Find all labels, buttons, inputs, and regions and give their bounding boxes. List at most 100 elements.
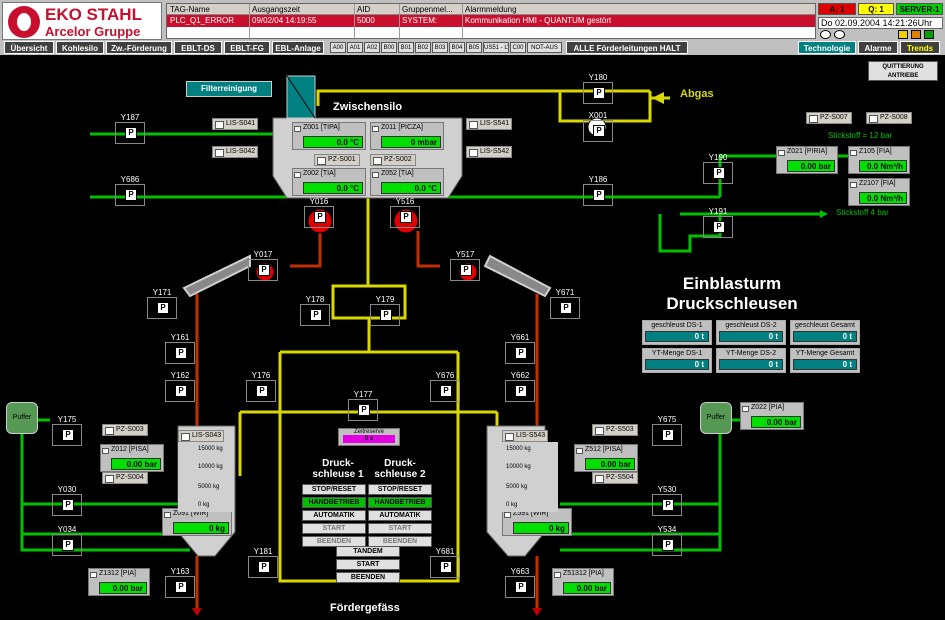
- alarm-table[interactable]: TAG-Name Ausgangszeit AID Gruppenmel... …: [166, 3, 816, 40]
- tag-lis-s042[interactable]: LIS-S042: [212, 146, 258, 158]
- instrument-checkbox[interactable]: [294, 172, 301, 178]
- tag-lis-s543[interactable]: LIS-S543: [502, 430, 548, 442]
- instrument-checkbox[interactable]: [850, 182, 857, 188]
- valve-y662[interactable]: P: [505, 380, 535, 402]
- ds1-stop-reset-button[interactable]: STOP/RESET: [302, 484, 366, 495]
- instrument-checkbox[interactable]: [850, 150, 857, 156]
- tag-pz-s007[interactable]: PZ-S007: [806, 112, 852, 124]
- nav-eblt-ds[interactable]: EBLT-DS: [174, 41, 222, 54]
- tag-pz-s004[interactable]: PZ-S004: [102, 472, 148, 484]
- valve-y663[interactable]: P: [505, 576, 535, 598]
- valve-y161[interactable]: P: [165, 342, 195, 364]
- ds2-start-button[interactable]: START: [368, 523, 432, 534]
- print-icon[interactable]: [911, 30, 921, 39]
- valve-y034[interactable]: P: [52, 534, 82, 556]
- instrument-z1312[interactable]: Z1312 [PIA] 0.00 bar: [88, 568, 150, 596]
- tag-lis-s541[interactable]: LIS-S541: [466, 118, 512, 130]
- valve-y179[interactable]: P: [370, 304, 400, 326]
- instrument-z512[interactable]: Z512 [PISA] 0.00 bar: [574, 444, 638, 472]
- nav-b01[interactable]: B01: [398, 42, 414, 53]
- halt-all-button[interactable]: ALLE Förderleitungen HALT: [566, 41, 688, 54]
- instrument-checkbox[interactable]: [504, 512, 511, 518]
- nav-b02[interactable]: B02: [415, 42, 431, 53]
- instrument-checkbox[interactable]: [742, 406, 749, 412]
- valve-y030[interactable]: P: [52, 494, 82, 516]
- valve-y517[interactable]: P: [450, 259, 480, 281]
- instrument-z105[interactable]: Z105 [FIA] 0.0 Nm³/h: [848, 146, 910, 174]
- instrument-checkbox[interactable]: [778, 150, 785, 156]
- valve-y163[interactable]: P: [165, 576, 195, 598]
- instrument-z002[interactable]: Z002 [TIA] 0.0 °C: [292, 168, 366, 196]
- valve-y190[interactable]: P: [703, 162, 733, 184]
- instrument-z591[interactable]: Z591 [WIR] 0 kg: [502, 508, 572, 536]
- nav-uebersicht[interactable]: Übersicht: [4, 41, 54, 54]
- ds2-handbetrieb-button[interactable]: HANDBETRIEB: [368, 497, 432, 508]
- instrument-z022[interactable]: Z022 [PIA] 0.00 bar: [740, 402, 804, 430]
- acknowledge-drives-button[interactable]: QUITTIERUNG ANTRIEBE: [868, 61, 938, 81]
- ds1-start-button[interactable]: START: [302, 523, 366, 534]
- valve-y180[interactable]: P: [583, 82, 613, 104]
- instrument-z052[interactable]: Z052 [TIA] 0.0 °C: [370, 168, 444, 196]
- tag-pz-s503[interactable]: PZ-S503: [592, 424, 638, 436]
- instrument-z2107[interactable]: Z2107 [FIA] 0.0 Nm³/h: [848, 178, 910, 206]
- instrument-z012[interactable]: Z012 [PISA] 0.00 bar: [100, 444, 164, 472]
- valve-y176[interactable]: P: [246, 380, 276, 402]
- valve-y530[interactable]: P: [652, 494, 682, 516]
- instrument-checkbox[interactable]: [294, 126, 301, 132]
- nav-b04[interactable]: B04: [449, 42, 465, 53]
- nav-b05[interactable]: B05: [466, 42, 482, 53]
- valve-y162[interactable]: P: [165, 380, 195, 402]
- tab-trends[interactable]: Trends: [900, 41, 940, 54]
- valve-x001[interactable]: P: [583, 120, 613, 142]
- nav-a00[interactable]: A00: [330, 42, 346, 53]
- instrument-z011[interactable]: Z011 [PICZA] 0 mbar: [370, 122, 444, 150]
- ds1-handbetrieb-button[interactable]: HANDBETRIEB: [302, 497, 366, 508]
- valve-y191[interactable]: P: [703, 216, 733, 238]
- valve-y181[interactable]: P: [248, 556, 278, 578]
- instrument-checkbox[interactable]: [576, 448, 583, 454]
- nav-not-aus[interactable]: NOT-AUS: [527, 42, 562, 53]
- valve-y516[interactable]: P: [390, 206, 420, 228]
- nav-zw-foerderung[interactable]: Zw.-Förderung: [106, 41, 172, 54]
- nav-c00[interactable]: C00: [510, 42, 526, 53]
- ds2-automatik-button[interactable]: AUTOMATIK: [368, 510, 432, 521]
- instrument-checkbox[interactable]: [164, 512, 171, 518]
- tag-lis-s542[interactable]: LIS-S542: [466, 146, 512, 158]
- instrument-checkbox[interactable]: [372, 172, 379, 178]
- valve-y016[interactable]: P: [304, 206, 334, 228]
- valve-y686[interactable]: P: [115, 184, 145, 206]
- mid-tandem-button[interactable]: TANDEM: [336, 546, 400, 557]
- tag-pz-s003[interactable]: PZ-S003: [102, 424, 148, 436]
- refresh-icon[interactable]: [924, 30, 934, 39]
- instrument-z51312[interactable]: Z51312 [PIA] 0.00 bar: [552, 568, 614, 596]
- tag-pz-s002[interactable]: PZ-S002: [370, 154, 416, 166]
- valve-y534[interactable]: P: [652, 534, 682, 556]
- nav-b03[interactable]: B03: [432, 42, 448, 53]
- alarm-row[interactable]: PLC_Q1_ERROR 09/02/04 14:19:55 5000 SYST…: [167, 15, 815, 27]
- valve-y675[interactable]: P: [652, 424, 682, 446]
- valve-y187[interactable]: P: [115, 122, 145, 144]
- ds1-automatik-button[interactable]: AUTOMATIK: [302, 510, 366, 521]
- valve-y175[interactable]: P: [52, 424, 82, 446]
- nav-a02[interactable]: A02: [364, 42, 380, 53]
- tab-technologie[interactable]: Technologie: [798, 41, 856, 54]
- tag-lis-s043[interactable]: LIS-S043: [178, 430, 224, 442]
- mid-beenden-button[interactable]: BEENDEN: [336, 572, 400, 583]
- nav-us51[interactable]: US51 - LV: [483, 42, 509, 53]
- tag-pz-s001[interactable]: PZ-S001: [314, 154, 360, 166]
- mid-start-button[interactable]: START: [336, 559, 400, 570]
- nav-kohlesilo[interactable]: Kohlesilo: [56, 41, 104, 54]
- valve-y186[interactable]: P: [583, 184, 613, 206]
- valve-y171[interactable]: P: [147, 297, 177, 319]
- help-icon[interactable]: [820, 30, 831, 39]
- tag-pz-s504[interactable]: PZ-S504: [592, 472, 638, 484]
- nav-eblt-fg[interactable]: EBLT-FG: [224, 41, 270, 54]
- instrument-checkbox[interactable]: [554, 572, 561, 578]
- valve-y661[interactable]: P: [505, 342, 535, 364]
- valve-y671[interactable]: P: [550, 297, 580, 319]
- nav-ebl-anlage[interactable]: EBL-Anlage: [272, 41, 324, 54]
- instrument-z001[interactable]: Z001 [TIPA] 0.0 °C: [292, 122, 366, 150]
- instrument-z091[interactable]: Z091 [WIR] 0 kg: [162, 508, 232, 536]
- valve-y681[interactable]: P: [430, 556, 460, 578]
- valve-y177[interactable]: P: [348, 399, 378, 421]
